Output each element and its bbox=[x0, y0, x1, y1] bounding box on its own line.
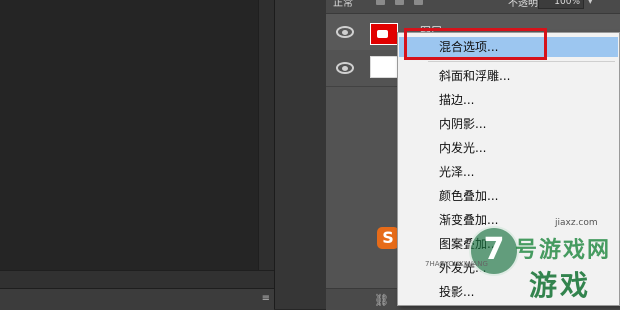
watermark-brand-line2: 游戏 bbox=[529, 269, 592, 302]
layers-panel-options: 正常 不透明度: 100% ▾ bbox=[326, 0, 620, 14]
panel-dock-gutter bbox=[274, 0, 327, 309]
menu-item-satin[interactable]: 光泽... bbox=[399, 162, 618, 182]
lock-transparent-icon[interactable] bbox=[376, 0, 385, 5]
document-canvas-area bbox=[0, 0, 275, 289]
menu-separator bbox=[428, 61, 615, 62]
opacity-dropdown-icon[interactable]: ▾ bbox=[588, 0, 593, 7]
lock-position-icon[interactable] bbox=[414, 0, 423, 5]
watermark-brand-line1: 号游戏网 bbox=[515, 238, 612, 263]
status-menu-icon[interactable]: ≡ bbox=[262, 293, 270, 304]
menu-item-bevel-emboss[interactable]: 斜面和浮雕... bbox=[399, 66, 618, 86]
status-bar: ≡ bbox=[0, 288, 274, 310]
opacity-input[interactable]: 100% bbox=[538, 0, 584, 9]
layer-thumbnail[interactable] bbox=[370, 56, 398, 78]
menu-item-stroke[interactable]: 描边... bbox=[399, 90, 618, 110]
menu-item-inner-shadow[interactable]: 内阴影... bbox=[399, 114, 618, 134]
canvas-horizontal-scrollbar[interactable] bbox=[0, 270, 274, 289]
visibility-eye-icon[interactable] bbox=[336, 62, 354, 74]
watermark-url: jiaxz.com bbox=[555, 218, 598, 228]
site-watermark: jiaxz.com 7 号游戏网 7HAOYOUXIWANG 游戏 bbox=[425, 214, 620, 309]
document-canvas[interactable] bbox=[0, 0, 259, 270]
blend-mode-select[interactable]: 正常 bbox=[333, 0, 353, 9]
canvas-vertical-scrollbar[interactable] bbox=[258, 0, 275, 288]
layer-thumbnail[interactable] bbox=[370, 23, 398, 45]
sogou-logo-icon: S bbox=[377, 227, 399, 249]
watermark-pinyin: 7HAOYOUXIWANG bbox=[425, 260, 488, 268]
visibility-eye-icon[interactable] bbox=[336, 26, 354, 38]
menu-item-color-overlay[interactable]: 颜色叠加... bbox=[399, 186, 618, 206]
lock-options bbox=[376, 0, 423, 5]
link-layers-icon[interactable]: ⛓ bbox=[374, 293, 389, 307]
lock-image-icon[interactable] bbox=[395, 0, 404, 5]
menu-item-inner-glow[interactable]: 内发光... bbox=[399, 138, 618, 158]
watermark-badge-icon: 7 bbox=[469, 226, 519, 276]
highlight-callout-box bbox=[404, 28, 547, 60]
